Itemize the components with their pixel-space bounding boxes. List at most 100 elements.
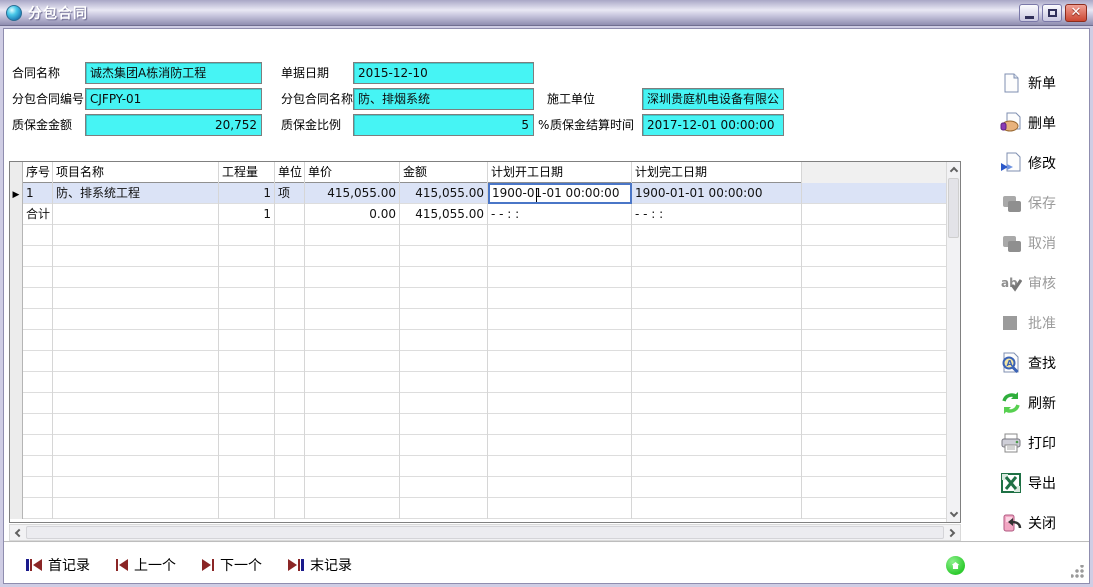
table-cell[interactable]: 防、排系统工程: [53, 183, 219, 204]
table-cell: [632, 225, 802, 246]
minimize-icon: [1025, 16, 1034, 19]
column-header[interactable]: 计划完工日期: [632, 162, 802, 183]
table-cell: [23, 225, 53, 246]
table-cell[interactable]: 415,055.00: [305, 183, 400, 204]
table-cell: [632, 477, 802, 498]
sub-contract-no-field[interactable]: CJFPY-01: [85, 88, 262, 110]
table-cell: [488, 477, 632, 498]
action-button-find[interactable]: A查找: [999, 351, 1077, 375]
table-cell: [275, 330, 305, 351]
contract-name-field[interactable]: 诚杰集团A栋消防工程: [85, 62, 262, 84]
table-cell: [53, 225, 219, 246]
maximize-button[interactable]: [1042, 4, 1062, 22]
grid-empty-row: [10, 288, 946, 309]
table-cell[interactable]: 1: [219, 183, 275, 204]
cancel-icon: [999, 231, 1023, 255]
title-bar: 分包合同 ✕: [0, 0, 1093, 26]
nav-last-record-button[interactable]: 末记录: [288, 555, 352, 575]
column-header[interactable]: 单位: [275, 162, 305, 183]
current-row-marker-icon: ▶: [13, 190, 20, 200]
action-button-audit: ab审核: [999, 271, 1077, 295]
nav-first-record-button[interactable]: 首记录: [26, 555, 90, 575]
table-cell[interactable]: - - : :: [488, 204, 632, 225]
text-caret: [536, 188, 537, 202]
grid-empty-row: [10, 309, 946, 330]
row-indicator-cell: [10, 225, 23, 246]
table-cell[interactable]: - - : :: [632, 204, 802, 225]
action-button-export[interactable]: 导出: [999, 471, 1077, 495]
table-cell[interactable]: 1: [219, 204, 275, 225]
nav-next-record-button[interactable]: 下一个: [202, 555, 262, 575]
minimize-button[interactable]: [1019, 4, 1039, 22]
sub-contract-name-field[interactable]: 防、排烟系统: [353, 88, 534, 110]
table-cell: [53, 435, 219, 456]
chevron-left-icon: [15, 528, 23, 536]
active-cell[interactable]: 1900-01-01 00:00:00: [488, 183, 632, 204]
action-button-save: 保存: [999, 191, 1077, 215]
table-cell: [305, 246, 400, 267]
action-button-new-doc[interactable]: 新单: [999, 71, 1077, 95]
nav-previous-record-button[interactable]: 上一个: [116, 555, 176, 575]
filler-cell: [802, 498, 946, 519]
column-header[interactable]: 项目名称: [53, 162, 219, 183]
resize-grip[interactable]: [1071, 565, 1084, 578]
scroll-right-button[interactable]: [945, 525, 960, 540]
table-cell: [632, 372, 802, 393]
horizontal-scroll-thumb[interactable]: [26, 526, 944, 539]
app-globe-icon: [6, 5, 22, 21]
retention-amount-field[interactable]: 20,752: [85, 114, 262, 136]
table-cell: [219, 456, 275, 477]
table-cell[interactable]: [53, 204, 219, 225]
horizontal-scrollbar[interactable]: [9, 524, 961, 541]
row-indicator-cell: [10, 204, 23, 225]
table-cell[interactable]: 415,055.00: [400, 204, 488, 225]
vertical-scrollbar[interactable]: [946, 162, 960, 522]
close-button[interactable]: ✕: [1065, 4, 1087, 22]
percent-suffix: %: [538, 114, 549, 136]
table-cell[interactable]: 1900-01-01 00:00:00: [632, 183, 802, 204]
scroll-down-button[interactable]: [947, 507, 960, 522]
table-cell: [488, 351, 632, 372]
doc-date-field[interactable]: 2015-12-10: [353, 62, 534, 84]
table-cell[interactable]: 合计: [23, 204, 53, 225]
table-cell: [400, 351, 488, 372]
table-cell: [23, 498, 53, 519]
builder-field[interactable]: 深圳贵庭机电设备有限公: [642, 88, 784, 110]
grid-empty-row: [10, 498, 946, 519]
table-cell: [400, 288, 488, 309]
action-button-modify[interactable]: 修改: [999, 151, 1077, 175]
action-button-print[interactable]: 打印: [999, 431, 1077, 455]
table-cell: [400, 225, 488, 246]
vertical-scroll-thumb[interactable]: [948, 178, 959, 238]
scroll-left-button[interactable]: [10, 525, 25, 540]
table-cell[interactable]: 项: [275, 183, 305, 204]
table-cell: [488, 456, 632, 477]
table-cell: [275, 456, 305, 477]
column-header[interactable]: 单价: [305, 162, 400, 183]
table-cell: [53, 456, 219, 477]
new-doc-icon: [999, 71, 1023, 95]
retention-date-field[interactable]: 2017-12-01 00:00:00: [642, 114, 784, 136]
table-cell: [305, 393, 400, 414]
action-button-exit[interactable]: 关闭: [999, 511, 1077, 535]
retention-amount-label: 质保金金额: [12, 114, 72, 136]
scroll-up-button[interactable]: [947, 162, 960, 177]
table-cell: [275, 246, 305, 267]
action-button-delete[interactable]: 删单: [999, 111, 1077, 135]
column-header[interactable]: 计划开工日期: [488, 162, 632, 183]
action-button-label: 删单: [1028, 113, 1056, 133]
column-header[interactable]: 序号: [23, 162, 53, 183]
action-button-label: 审核: [1028, 273, 1056, 293]
column-header[interactable]: 工程量: [219, 162, 275, 183]
table-cell[interactable]: 415,055.00: [400, 183, 488, 204]
table-cell: [219, 246, 275, 267]
row-indicator-cell: [10, 162, 23, 183]
table-cell: [488, 393, 632, 414]
column-header[interactable]: 金额: [400, 162, 488, 183]
table-cell[interactable]: 0.00: [305, 204, 400, 225]
table-cell[interactable]: [275, 204, 305, 225]
table-cell[interactable]: 1: [23, 183, 53, 204]
action-button-refresh[interactable]: 刷新: [999, 391, 1077, 415]
retention-ratio-field[interactable]: 5: [353, 114, 534, 136]
filler-cell: [802, 309, 946, 330]
